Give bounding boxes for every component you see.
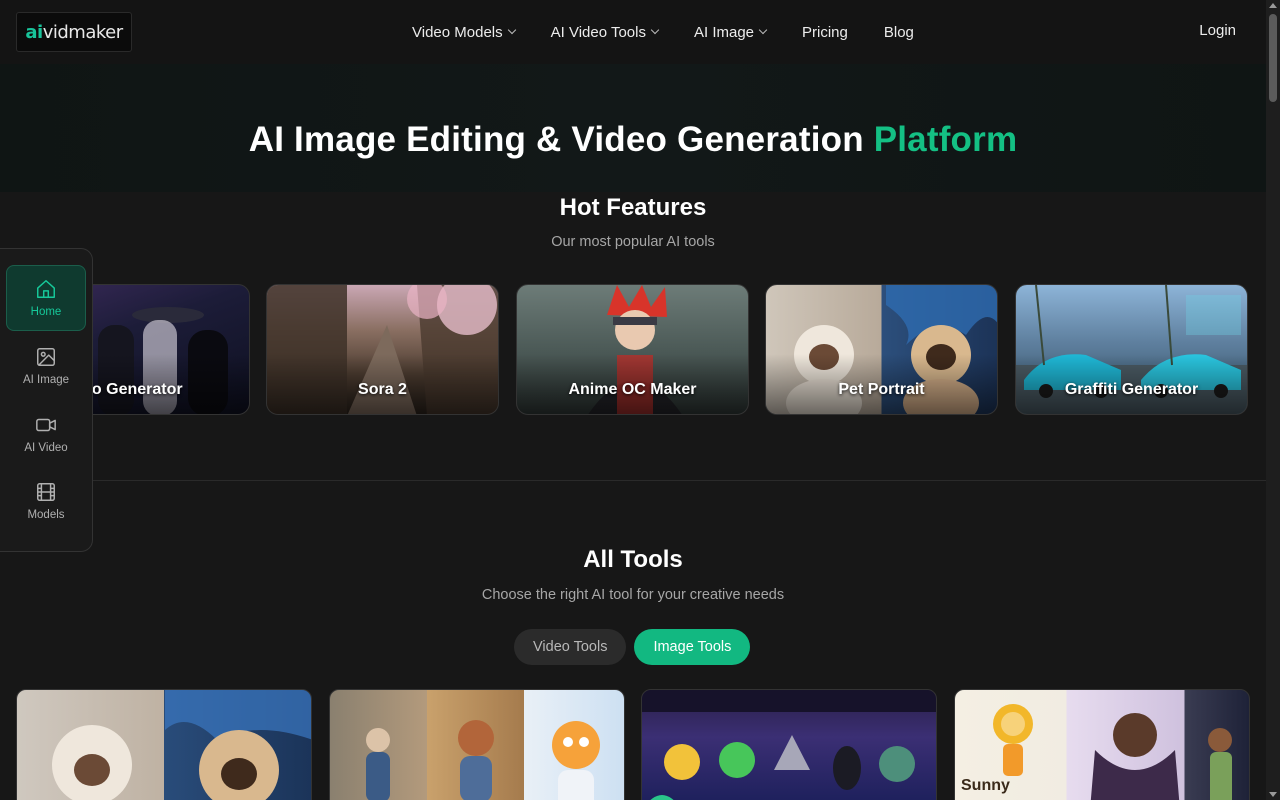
side-nav-label: Home bbox=[30, 306, 62, 318]
side-nav-ai-video[interactable]: AI Video bbox=[6, 401, 86, 467]
feature-card-label: Pet Portrait bbox=[838, 381, 925, 398]
tab-video-tools[interactable]: Video Tools bbox=[514, 629, 627, 665]
chevron-down-icon bbox=[650, 25, 660, 35]
floating-side-nav: Home AI Image AI Video Models bbox=[0, 248, 93, 552]
tool-tabs: Video Tools Image Tools bbox=[514, 629, 751, 665]
nav-ai-video-tools[interactable]: AI Video Tools bbox=[550, 23, 660, 41]
page-scrollbar[interactable] bbox=[1266, 0, 1280, 800]
login-link[interactable]: Login bbox=[1199, 22, 1236, 39]
feature-card-pet-portrait[interactable]: Pet Portrait bbox=[765, 284, 998, 415]
nav-ai-image-label: AI Image bbox=[693, 23, 755, 41]
side-nav-label: Models bbox=[27, 509, 65, 521]
chevron-down-icon bbox=[758, 25, 768, 35]
all-tools-title: All Tools bbox=[583, 546, 683, 573]
side-nav-models[interactable]: Models bbox=[6, 468, 86, 534]
feature-card-label: Graffiti Generator bbox=[1064, 381, 1199, 398]
film-icon bbox=[37, 483, 55, 501]
scroll-thumb[interactable] bbox=[1269, 14, 1277, 102]
tool-card-character-lineup[interactable] bbox=[641, 689, 937, 800]
logo-text: vidmaker bbox=[42, 21, 123, 43]
side-nav-label: AI Video bbox=[24, 442, 68, 454]
image-icon bbox=[37, 348, 55, 366]
hot-features-title: Hot Features bbox=[559, 194, 707, 221]
nav-ai-image[interactable]: AI Image bbox=[693, 23, 768, 41]
feature-card-label: Anime OC Maker bbox=[568, 381, 697, 398]
side-nav-ai-image[interactable]: AI Image bbox=[6, 333, 86, 399]
nav-pricing[interactable]: Pricing bbox=[802, 24, 848, 41]
tool-card-pet-portrait-image bbox=[52, 690, 311, 800]
feature-card-graffiti-generator[interactable]: Graffiti Generator bbox=[1015, 284, 1248, 415]
tool-card-character-sheet[interactable]: Sunny bbox=[954, 689, 1250, 800]
nav-blog[interactable]: Blog bbox=[884, 24, 914, 41]
tool-card-character-lineup-image bbox=[642, 690, 936, 800]
hero-title-accent: Platform bbox=[873, 120, 1018, 159]
hot-features-row: Video Generator Sora 2 Anime OC Maker Pe… bbox=[0, 284, 1266, 416]
tool-card-character-sheet-image: Sunny bbox=[961, 704, 1232, 800]
nav-video-models-label: Video Models bbox=[412, 23, 503, 41]
chevron-down-icon bbox=[507, 25, 516, 35]
home-icon bbox=[37, 280, 55, 298]
hero-title-main: AI Image Editing & Video Generation bbox=[248, 120, 874, 159]
logo-ai: ai bbox=[25, 21, 43, 43]
side-nav-label: AI Image bbox=[22, 374, 70, 386]
scroll-down-arrow-icon[interactable] bbox=[1269, 792, 1277, 797]
nav-ai-video-tools-label: AI Video Tools bbox=[550, 23, 646, 41]
nav-video-models[interactable]: Video Models bbox=[412, 23, 516, 41]
feature-card-label: Sora 2 bbox=[358, 381, 407, 398]
feature-card-anime-oc-maker[interactable]: Anime OC Maker bbox=[516, 284, 749, 415]
main-nav: Video Models AI Video Tools AI Image Pri… bbox=[412, 0, 914, 64]
tool-card-cartoon-style[interactable] bbox=[329, 689, 625, 800]
hero-title: AI Image Editing & Video Generation Plat… bbox=[249, 120, 1018, 160]
hero-banner: AI Image Editing & Video Generation Plat… bbox=[0, 64, 1266, 192]
scroll-up-arrow-icon[interactable] bbox=[1269, 3, 1277, 8]
video-camera-icon bbox=[36, 418, 56, 432]
tool-card-cartoon-style-image bbox=[366, 720, 600, 800]
character-name-text: Sunny bbox=[961, 777, 1010, 794]
brand-logo[interactable]: ai vidmaker bbox=[16, 12, 132, 52]
nav-pricing-label: Pricing bbox=[802, 23, 848, 41]
hot-features-subtitle: Our most popular AI tools bbox=[551, 234, 715, 250]
top-header: ai vidmaker Video Models AI Video Tools A… bbox=[0, 0, 1266, 64]
all-tools-subtitle: Choose the right AI tool for your creati… bbox=[481, 587, 785, 603]
side-nav-home[interactable]: Home bbox=[6, 265, 86, 331]
feature-card-sora-2[interactable]: Sora 2 bbox=[266, 284, 499, 415]
tool-card-pet-portrait[interactable] bbox=[16, 689, 312, 800]
tab-image-tools[interactable]: Image Tools bbox=[634, 629, 751, 665]
section-divider bbox=[93, 480, 1266, 481]
nav-blog-label: Blog bbox=[883, 23, 914, 41]
